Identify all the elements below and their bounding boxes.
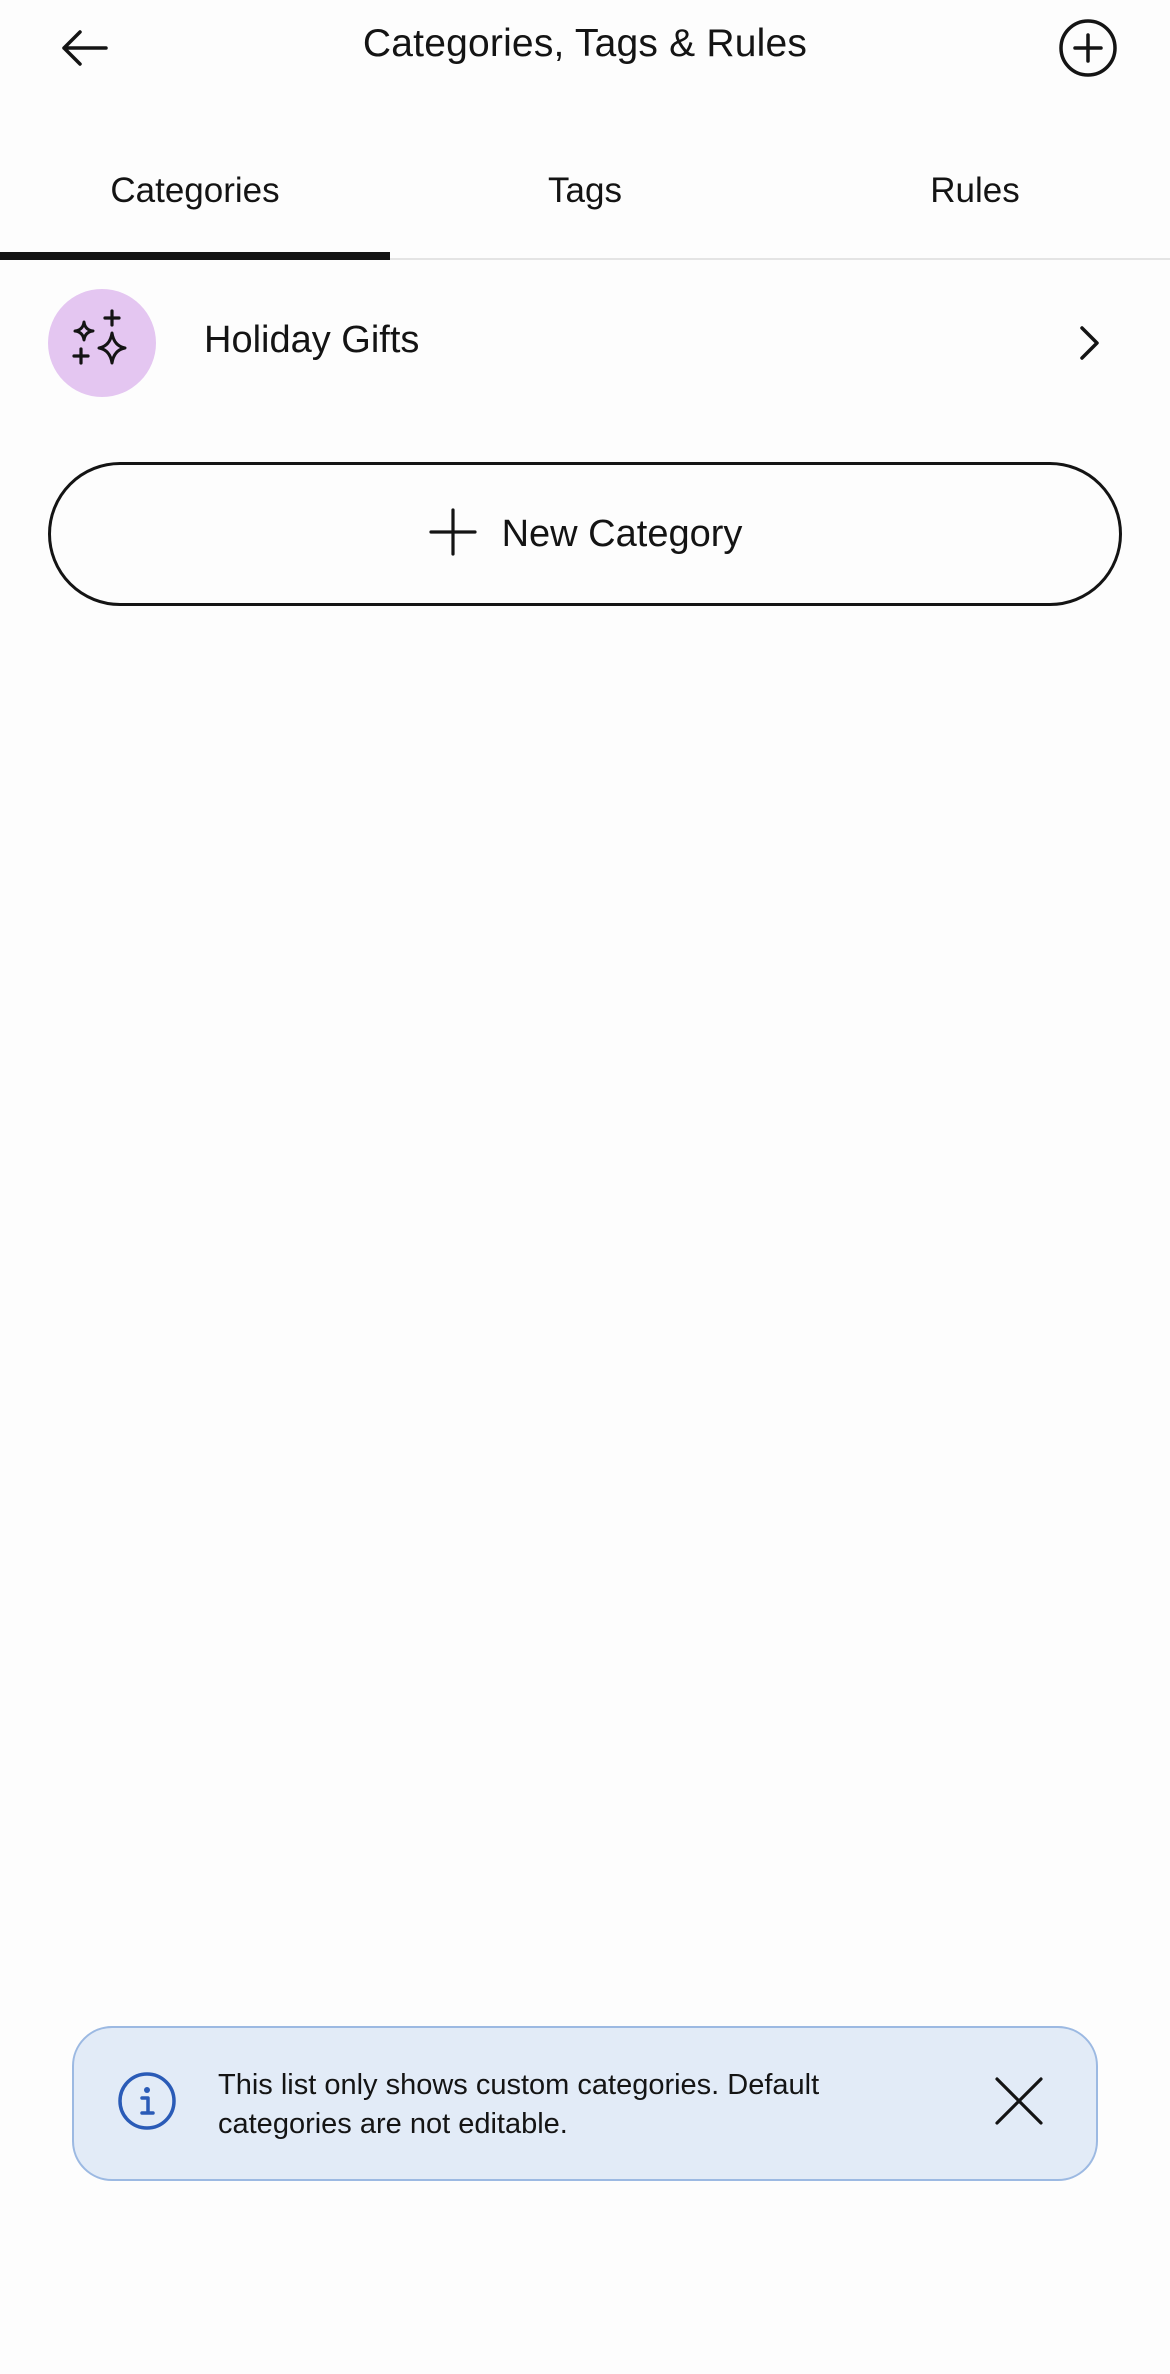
sparkles-icon bbox=[67, 306, 137, 381]
category-label: Holiday Gifts bbox=[204, 319, 420, 361]
info-banner: This list only shows custom categories. … bbox=[72, 2026, 1098, 2181]
info-icon bbox=[116, 2070, 178, 2132]
plus-icon bbox=[428, 507, 478, 562]
new-category-label: New Category bbox=[501, 512, 743, 555]
page-title: Categories, Tags & Rules bbox=[362, 22, 808, 65]
tab-tags[interactable]: Tags bbox=[390, 138, 780, 258]
close-icon bbox=[994, 2076, 1044, 2131]
info-banner-text: This list only shows custom categories. … bbox=[218, 2069, 820, 2140]
tab-rules[interactable]: Rules bbox=[780, 138, 1170, 258]
tab-bar: Categories Tags Rules bbox=[0, 138, 1170, 260]
new-category-button[interactable]: New Category bbox=[48, 462, 1122, 606]
category-list-item[interactable]: Holiday Gifts bbox=[0, 283, 1170, 405]
add-button[interactable] bbox=[1052, 14, 1124, 86]
categories-tags-rules-screen: Categories, Tags & Rules Categories Tags… bbox=[0, 0, 1170, 2374]
dismiss-banner-button[interactable] bbox=[986, 2070, 1052, 2136]
tab-categories[interactable]: Categories bbox=[0, 138, 390, 260]
top-app-bar: Categories, Tags & Rules bbox=[0, 0, 1170, 100]
plus-circle-icon bbox=[1058, 18, 1118, 83]
chevron-right-icon bbox=[1070, 321, 1110, 365]
category-avatar bbox=[48, 289, 156, 397]
